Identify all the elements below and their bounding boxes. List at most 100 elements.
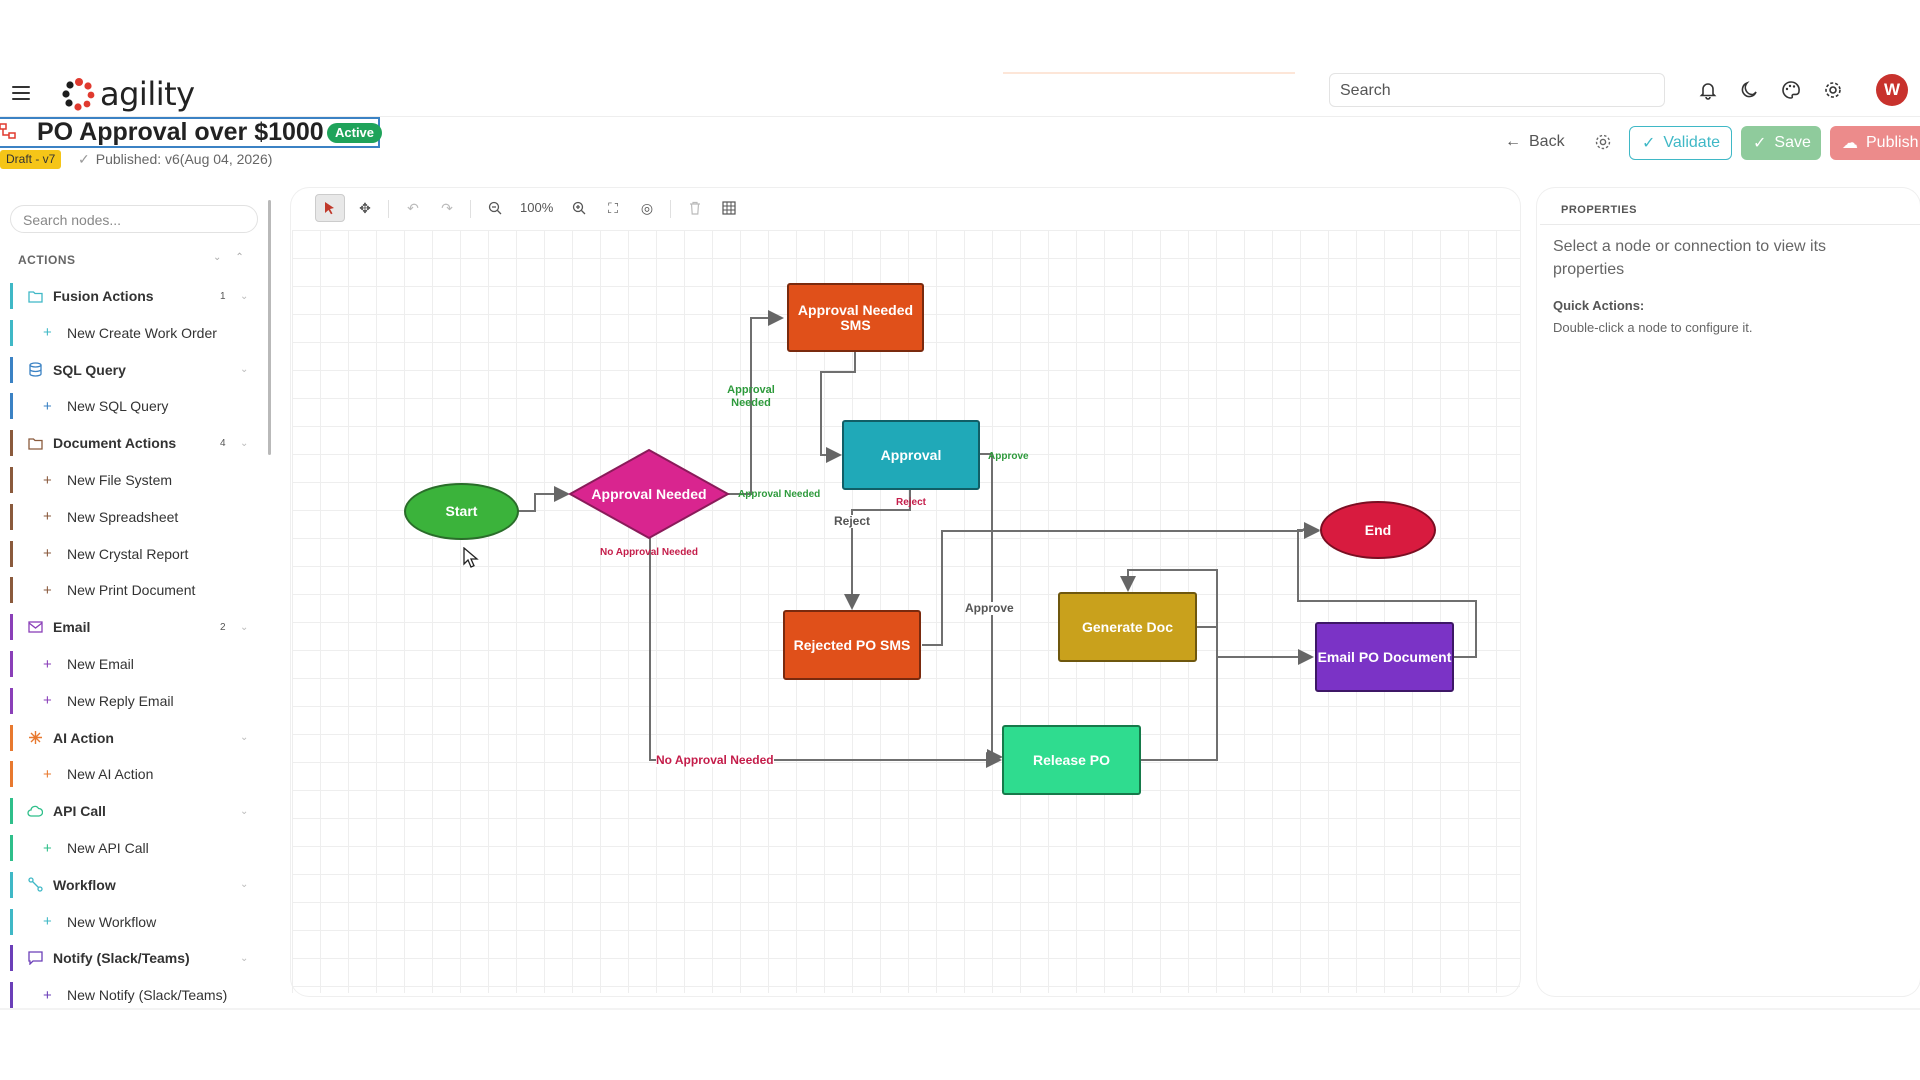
chevron-down-icon[interactable]: ⌄ (240, 806, 248, 817)
sidebar-node-item[interactable]: + New Print Document (10, 577, 256, 604)
check-icon: ✓ (1642, 135, 1656, 152)
menu-icon[interactable] (12, 86, 30, 100)
palette-icon[interactable] (1779, 78, 1803, 102)
chevron-down-icon[interactable]: ⌄ (240, 438, 248, 449)
publish-button[interactable]: ☁ Publish (1830, 126, 1920, 160)
moon-icon[interactable] (1737, 78, 1761, 102)
sidebar-node-item[interactable]: + New Notify (Slack/Teams) (10, 982, 256, 1009)
rejected-po-sms-node[interactable]: Rejected PO SMS (783, 610, 921, 680)
validate-button[interactable]: ✓ Validate (1629, 126, 1732, 160)
edge-label-no-approval-needed[interactable]: No Approval Needed (600, 546, 698, 559)
plus-icon: + (43, 397, 52, 415)
start-node[interactable]: Start (404, 483, 519, 540)
back-button[interactable]: ← Back (1505, 133, 1565, 151)
chevron-down-icon[interactable]: ⌄ (240, 364, 248, 375)
move-icon[interactable]: ✥ (350, 194, 380, 222)
published-info: ✓ Published: v6(Aug 04, 2026) (78, 151, 272, 168)
fit-screen-icon[interactable]: ⛶ (598, 194, 628, 222)
sidebar-node-item[interactable]: + New Workflow (10, 908, 256, 935)
sidebar-node-label: New Create Work Order (67, 324, 217, 341)
sidebar-category-sql-query[interactable]: SQL Query ⌄ (10, 356, 256, 383)
gear-icon[interactable] (1821, 78, 1845, 102)
email-po-document-node[interactable]: Email PO Document (1315, 622, 1454, 692)
save-button[interactable]: ✓ Save (1741, 126, 1821, 160)
node-search-input[interactable]: Search nodes... (10, 205, 258, 233)
sidebar-node-label: New Print Document (67, 582, 196, 599)
progress-line (1003, 72, 1295, 74)
avatar[interactable]: W (1876, 74, 1908, 106)
decision-node-label[interactable]: Approval Needed (590, 480, 708, 508)
sidebar-node-item[interactable]: + New Crystal Report (10, 540, 256, 567)
sidebar-scrollbar[interactable] (268, 200, 271, 455)
edge-label-reject[interactable]: Reject (896, 496, 926, 509)
back-label: Back (1529, 133, 1565, 150)
folder-icon (27, 435, 43, 451)
toolbar-separator (470, 200, 471, 218)
sidebar-node-item[interactable]: + New Email (10, 651, 256, 677)
chevron-down-icon[interactable]: ⌄ (240, 953, 248, 964)
plus-icon: + (43, 471, 52, 489)
sidebar-category-notify-slack-teams[interactable]: Notify (Slack/Teams) ⌄ (10, 945, 256, 972)
chevron-down-icon[interactable]: ⌄ (240, 879, 248, 890)
chat-icon (27, 950, 43, 966)
edge-label-approval-needed[interactable]: Approval Needed (738, 488, 820, 501)
zoom-in-icon[interactable] (564, 194, 594, 222)
sidebar-category-label: Workflow (53, 876, 116, 893)
sidebar-node-item[interactable]: + New Reply Email (10, 687, 256, 714)
sidebar-node-item[interactable]: + New AI Action (10, 761, 256, 788)
edge-label-approve[interactable]: Approve (988, 450, 1029, 463)
edge-label-approval-needed[interactable]: Approval Needed (724, 384, 778, 410)
sidebar-node-item[interactable]: + New Create Work Order (10, 319, 256, 346)
target-icon[interactable]: ◎ (632, 194, 662, 222)
edge-label-reject[interactable]: Reject (834, 515, 871, 528)
plus-icon: + (43, 581, 52, 599)
plus-icon: + (43, 765, 52, 783)
toolbar-separator (388, 200, 389, 218)
bell-icon[interactable] (1696, 78, 1720, 102)
logo[interactable]: agility (62, 76, 195, 112)
redo-icon[interactable]: ↷ (432, 194, 462, 222)
edge-label-approve[interactable]: Approve (965, 602, 1014, 615)
edge-label-no-approval-needed[interactable]: No Approval Needed (656, 754, 774, 767)
release-po-node[interactable]: Release PO (1002, 725, 1141, 795)
undo-icon[interactable]: ↶ (398, 194, 428, 222)
generate-doc-node[interactable]: Generate Doc (1058, 592, 1197, 662)
sidebar-category-fusion-actions[interactable]: Fusion Actions 1 ⌄ (10, 283, 256, 309)
grid-icon[interactable] (714, 194, 744, 222)
validate-label: Validate (1663, 134, 1721, 151)
chevron-down-icon[interactable]: ⌄ (240, 622, 248, 633)
workflow-settings-icon[interactable] (1594, 133, 1612, 151)
sidebar-category-workflow[interactable]: Workflow ⌄ (10, 871, 256, 898)
page-title[interactable]: PO Approval over $1000 (37, 118, 324, 147)
approval-node[interactable]: Approval (842, 420, 980, 490)
sidebar-category-label: Document Actions (53, 435, 177, 452)
publish-label: Publish (1866, 134, 1919, 151)
chevron-down-icon[interactable]: ⌄ (240, 291, 248, 302)
plus-icon: + (43, 986, 52, 1004)
global-search-input[interactable]: Search (1329, 73, 1665, 107)
logo-text: agility (100, 75, 195, 113)
check-icon: ✓ (1753, 135, 1767, 152)
cloud-upload-icon: ☁ (1842, 135, 1858, 152)
approval-needed-sms-node[interactable]: Approval Needed SMS (787, 283, 924, 352)
sidebar-category-ai-action[interactable]: AI Action ⌄ (10, 724, 256, 751)
end-node[interactable]: End (1320, 501, 1436, 559)
sidebar-node-item[interactable]: + New File System (10, 467, 256, 493)
sidebar-category-email[interactable]: Email 2 ⌄ (10, 614, 256, 641)
chevron-down-icon[interactable]: ⌄ (240, 732, 248, 743)
sidebar-category-label: SQL Query (53, 361, 126, 378)
plus-icon: + (43, 839, 52, 857)
zoom-out-icon[interactable] (480, 194, 510, 222)
sidebar-category-api-call[interactable]: API Call ⌄ (10, 798, 256, 825)
sidebar-node-item[interactable]: + New Spreadsheet (10, 503, 256, 530)
sidebar-node-item[interactable]: + New SQL Query (10, 393, 256, 420)
delete-icon[interactable] (680, 194, 710, 222)
collapse-controls[interactable]: ⌄⌃ (213, 252, 258, 263)
database-icon (27, 362, 43, 378)
pointer-icon[interactable] (315, 194, 345, 222)
workflow-icon (27, 877, 43, 893)
sidebar-category-document-actions[interactable]: Document Actions 4 ⌄ (10, 430, 256, 457)
zoom-level[interactable]: 100% (520, 200, 553, 215)
sidebar-node-item[interactable]: + New API Call (10, 835, 256, 861)
sidebar-node-label: New AI Action (67, 766, 154, 783)
